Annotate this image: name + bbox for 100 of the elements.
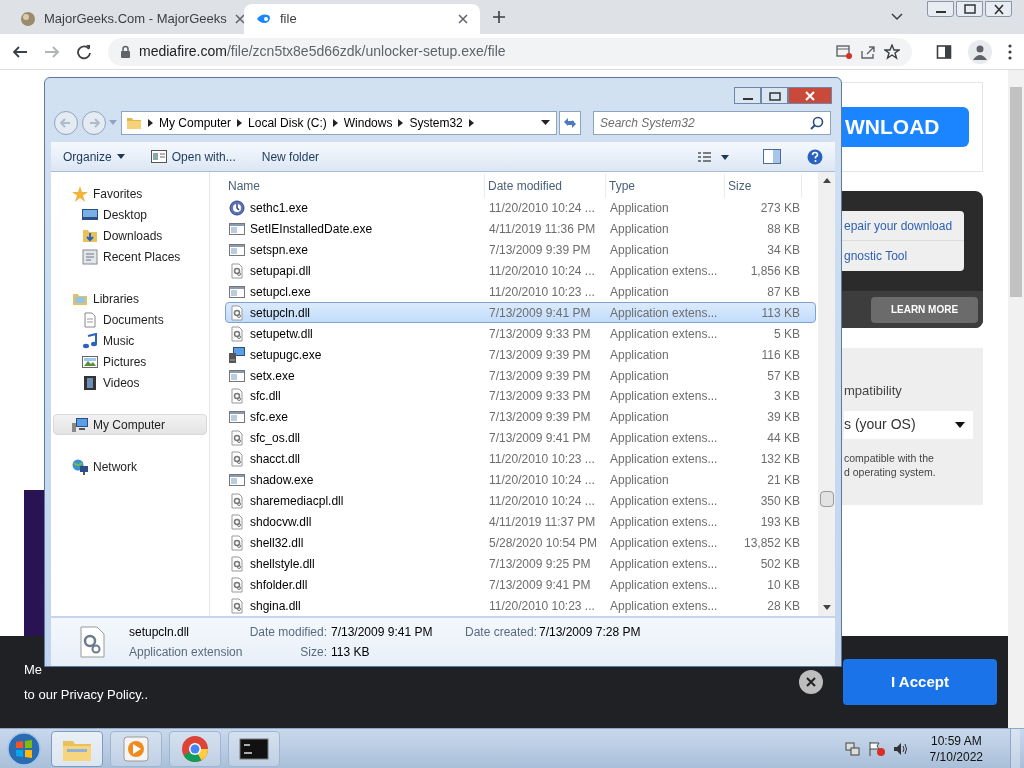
profile-avatar-icon[interactable] bbox=[968, 39, 992, 64]
file-row[interactable]: shadow.exe 11/20/2010 10:24 ... Application 21 KB bbox=[225, 469, 816, 491]
file-row[interactable]: sethc1.exe 11/20/2010 10:24 ... Application 273 KB bbox=[225, 197, 816, 219]
gear-file-icon bbox=[229, 325, 245, 342]
file-row[interactable]: setupapi.dll 11/20/2010 10:24 ... Application extens... 1,856 KB bbox=[225, 260, 816, 282]
file-row[interactable]: sfc_os.dll 7/13/2009 9:41 PM Application extens... 44 KB bbox=[225, 427, 816, 449]
more-menu-icon[interactable] bbox=[1008, 43, 1012, 60]
file-row[interactable]: shellstyle.dll 7/13/2009 9:25 PM Application extens... 502 KB bbox=[225, 553, 816, 575]
file-row[interactable]: sfc.exe 7/13/2009 9:39 PM Application 39 KB bbox=[225, 406, 816, 428]
nav-item[interactable]: Documents bbox=[53, 309, 209, 330]
reload-icon[interactable] bbox=[76, 43, 92, 60]
flag-alert-icon[interactable] bbox=[867, 740, 886, 757]
file-row[interactable]: setupcln.dll 7/13/2009 9:41 PM Application extens... 113 KB bbox=[225, 302, 816, 324]
lock-icon bbox=[120, 45, 131, 58]
address-bar[interactable]: My Computer Local Disk (C:) Windows System32 bbox=[121, 111, 557, 135]
minimize-button[interactable] bbox=[927, 1, 954, 17]
refresh-button[interactable] bbox=[559, 111, 581, 135]
minimize-button[interactable] bbox=[734, 87, 761, 104]
repair-link[interactable]: gnostic Tool bbox=[838, 241, 964, 271]
network-tray-icon[interactable] bbox=[844, 740, 861, 757]
file-row[interactable]: setx.exe 7/13/2009 9:39 PM Application 57 KB bbox=[225, 365, 816, 387]
file-row[interactable]: shfolder.dll 7/13/2009 9:41 PM Application extens... 10 KB bbox=[225, 574, 816, 596]
view-options-icon[interactable] bbox=[697, 150, 729, 163]
column-header[interactable]: Name bbox=[225, 174, 485, 198]
accept-button[interactable]: I Accept bbox=[843, 659, 997, 705]
help-icon[interactable] bbox=[807, 148, 823, 165]
dropdown-arrow-icon[interactable] bbox=[541, 120, 550, 126]
scroll-up-icon[interactable] bbox=[822, 178, 831, 183]
search-box[interactable]: Search System32 bbox=[593, 111, 831, 135]
file-row[interactable]: setspn.exe 7/13/2009 9:39 PM Application 34 KB bbox=[225, 239, 816, 261]
file-row[interactable]: shgina.dll 11/20/2010 10:23 ... Application extens... 28 KB bbox=[225, 595, 816, 616]
breadcrumb-item[interactable]: My Computer bbox=[159, 114, 232, 132]
search-field[interactable]: Search System32 bbox=[600, 114, 810, 132]
clock-date[interactable]: 7/10/2022 bbox=[929, 748, 983, 765]
list-scrollbar[interactable] bbox=[818, 172, 835, 616]
share-icon[interactable] bbox=[860, 44, 876, 59]
scroll-down-icon[interactable] bbox=[822, 605, 831, 610]
nav-item[interactable]: Libraries bbox=[53, 288, 207, 309]
file-row[interactable]: sfc.dll 7/13/2009 9:33 PM Application extens... 3 KB bbox=[225, 386, 816, 407]
size-cell-text: 3 KB bbox=[773, 388, 801, 406]
toolbar-button[interactable]: Open with... bbox=[150, 147, 236, 166]
blocked-popup-icon[interactable] bbox=[836, 44, 852, 59]
new-tab-icon[interactable] bbox=[492, 10, 506, 24]
scrollbar-thumb[interactable] bbox=[1010, 87, 1022, 297]
column-header[interactable]: Type bbox=[606, 174, 725, 198]
back-icon[interactable] bbox=[12, 43, 28, 60]
nav-item[interactable]: My Computer bbox=[53, 414, 207, 435]
chevron-right-icon bbox=[148, 119, 153, 127]
browser-tab[interactable]: file bbox=[244, 4, 480, 34]
breadcrumb-item[interactable]: Local Disk (C:) bbox=[248, 114, 327, 132]
learn-more-button[interactable]: LEARN MORE bbox=[871, 296, 978, 323]
nav-item[interactable]: Videos bbox=[53, 372, 209, 393]
nav-item[interactable]: Pictures bbox=[53, 351, 209, 372]
nav-item[interactable]: Favorites bbox=[53, 183, 207, 204]
refresh-icon bbox=[562, 116, 578, 130]
taskbar-button[interactable] bbox=[228, 730, 280, 767]
address-bar[interactable]: mediafire.com/file/zcn5tx8e5d66zdk/unlocker-setup.exe/file bbox=[108, 37, 912, 66]
download-button[interactable]: WNLOAD bbox=[839, 107, 969, 147]
column-header[interactable]: Size bbox=[725, 174, 802, 198]
toolbar-button[interactable]: Organize bbox=[63, 147, 125, 166]
gear-file-icon bbox=[229, 576, 245, 593]
nav-item[interactable]: Network bbox=[53, 456, 207, 477]
nav-item[interactable]: Recent Places bbox=[53, 246, 209, 267]
file-row[interactable]: sharemediacpl.dll 11/20/2010 10:24 ... Application extens... 350 KB bbox=[225, 490, 816, 512]
scrollbar-thumb[interactable] bbox=[819, 491, 834, 507]
type-cell-text: Application bbox=[609, 409, 670, 427]
chevron-down-icon[interactable] bbox=[891, 13, 903, 21]
column-header[interactable]: Date modified bbox=[485, 174, 606, 198]
close-button[interactable] bbox=[788, 87, 832, 104]
date-cell-text: 7/13/2009 9:41 PM bbox=[488, 430, 592, 448]
page-scrollbar[interactable] bbox=[1008, 70, 1024, 728]
nav-item[interactable]: Music bbox=[53, 330, 209, 351]
file-row[interactable]: setupetw.dll 7/13/2009 9:33 PM Application extens... 5 KB bbox=[225, 323, 816, 345]
close-icon[interactable] bbox=[799, 670, 823, 694]
type-cell-text: Application extens... bbox=[609, 451, 719, 469]
os-select[interactable]: s (your OS) bbox=[844, 410, 973, 439]
bookmark-star-icon[interactable] bbox=[884, 43, 900, 60]
breadcrumb-item[interactable]: System32 bbox=[409, 114, 463, 132]
file-row[interactable]: shdocvw.dll 4/11/2019 11:37 PM Application extens... 193 KB bbox=[225, 511, 816, 533]
clock-time[interactable]: 10:59 AM bbox=[930, 732, 982, 749]
close-icon[interactable] bbox=[234, 14, 245, 24]
file-row[interactable]: setupcl.exe 11/20/2010 10:23 ... Application 87 KB bbox=[225, 281, 816, 303]
side-panel-icon[interactable] bbox=[936, 43, 952, 60]
file-row[interactable]: shacct.dll 11/20/2010 10:23 ... Application extens... 132 KB bbox=[225, 448, 816, 470]
file-row[interactable]: SetIEInstalledDate.exe 4/11/2019 11:36 PM Application 88 KB bbox=[225, 218, 816, 240]
file-row[interactable]: shell32.dll 5/28/2020 10:54 PM Application extens... 13,852 KB bbox=[225, 532, 816, 554]
restore-button[interactable] bbox=[956, 1, 983, 17]
details-file-name: setupcln.dll bbox=[129, 624, 191, 641]
toolbar-button[interactable]: New folder bbox=[261, 147, 320, 166]
nav-item[interactable]: Desktop bbox=[53, 204, 209, 225]
close-button[interactable] bbox=[985, 1, 1012, 17]
folder-icon bbox=[126, 116, 142, 130]
start-button[interactable] bbox=[4, 730, 44, 767]
nav-item[interactable]: Downloads bbox=[53, 225, 209, 246]
close-icon[interactable] bbox=[458, 14, 468, 24]
maximize-button[interactable] bbox=[761, 87, 788, 104]
preview-pane-icon[interactable] bbox=[763, 149, 781, 164]
breadcrumb-item[interactable]: Windows bbox=[343, 114, 393, 132]
file-row[interactable]: setupugc.exe 7/13/2009 9:39 PM Application 116 KB bbox=[225, 344, 816, 366]
details-label: Size: bbox=[299, 644, 327, 661]
